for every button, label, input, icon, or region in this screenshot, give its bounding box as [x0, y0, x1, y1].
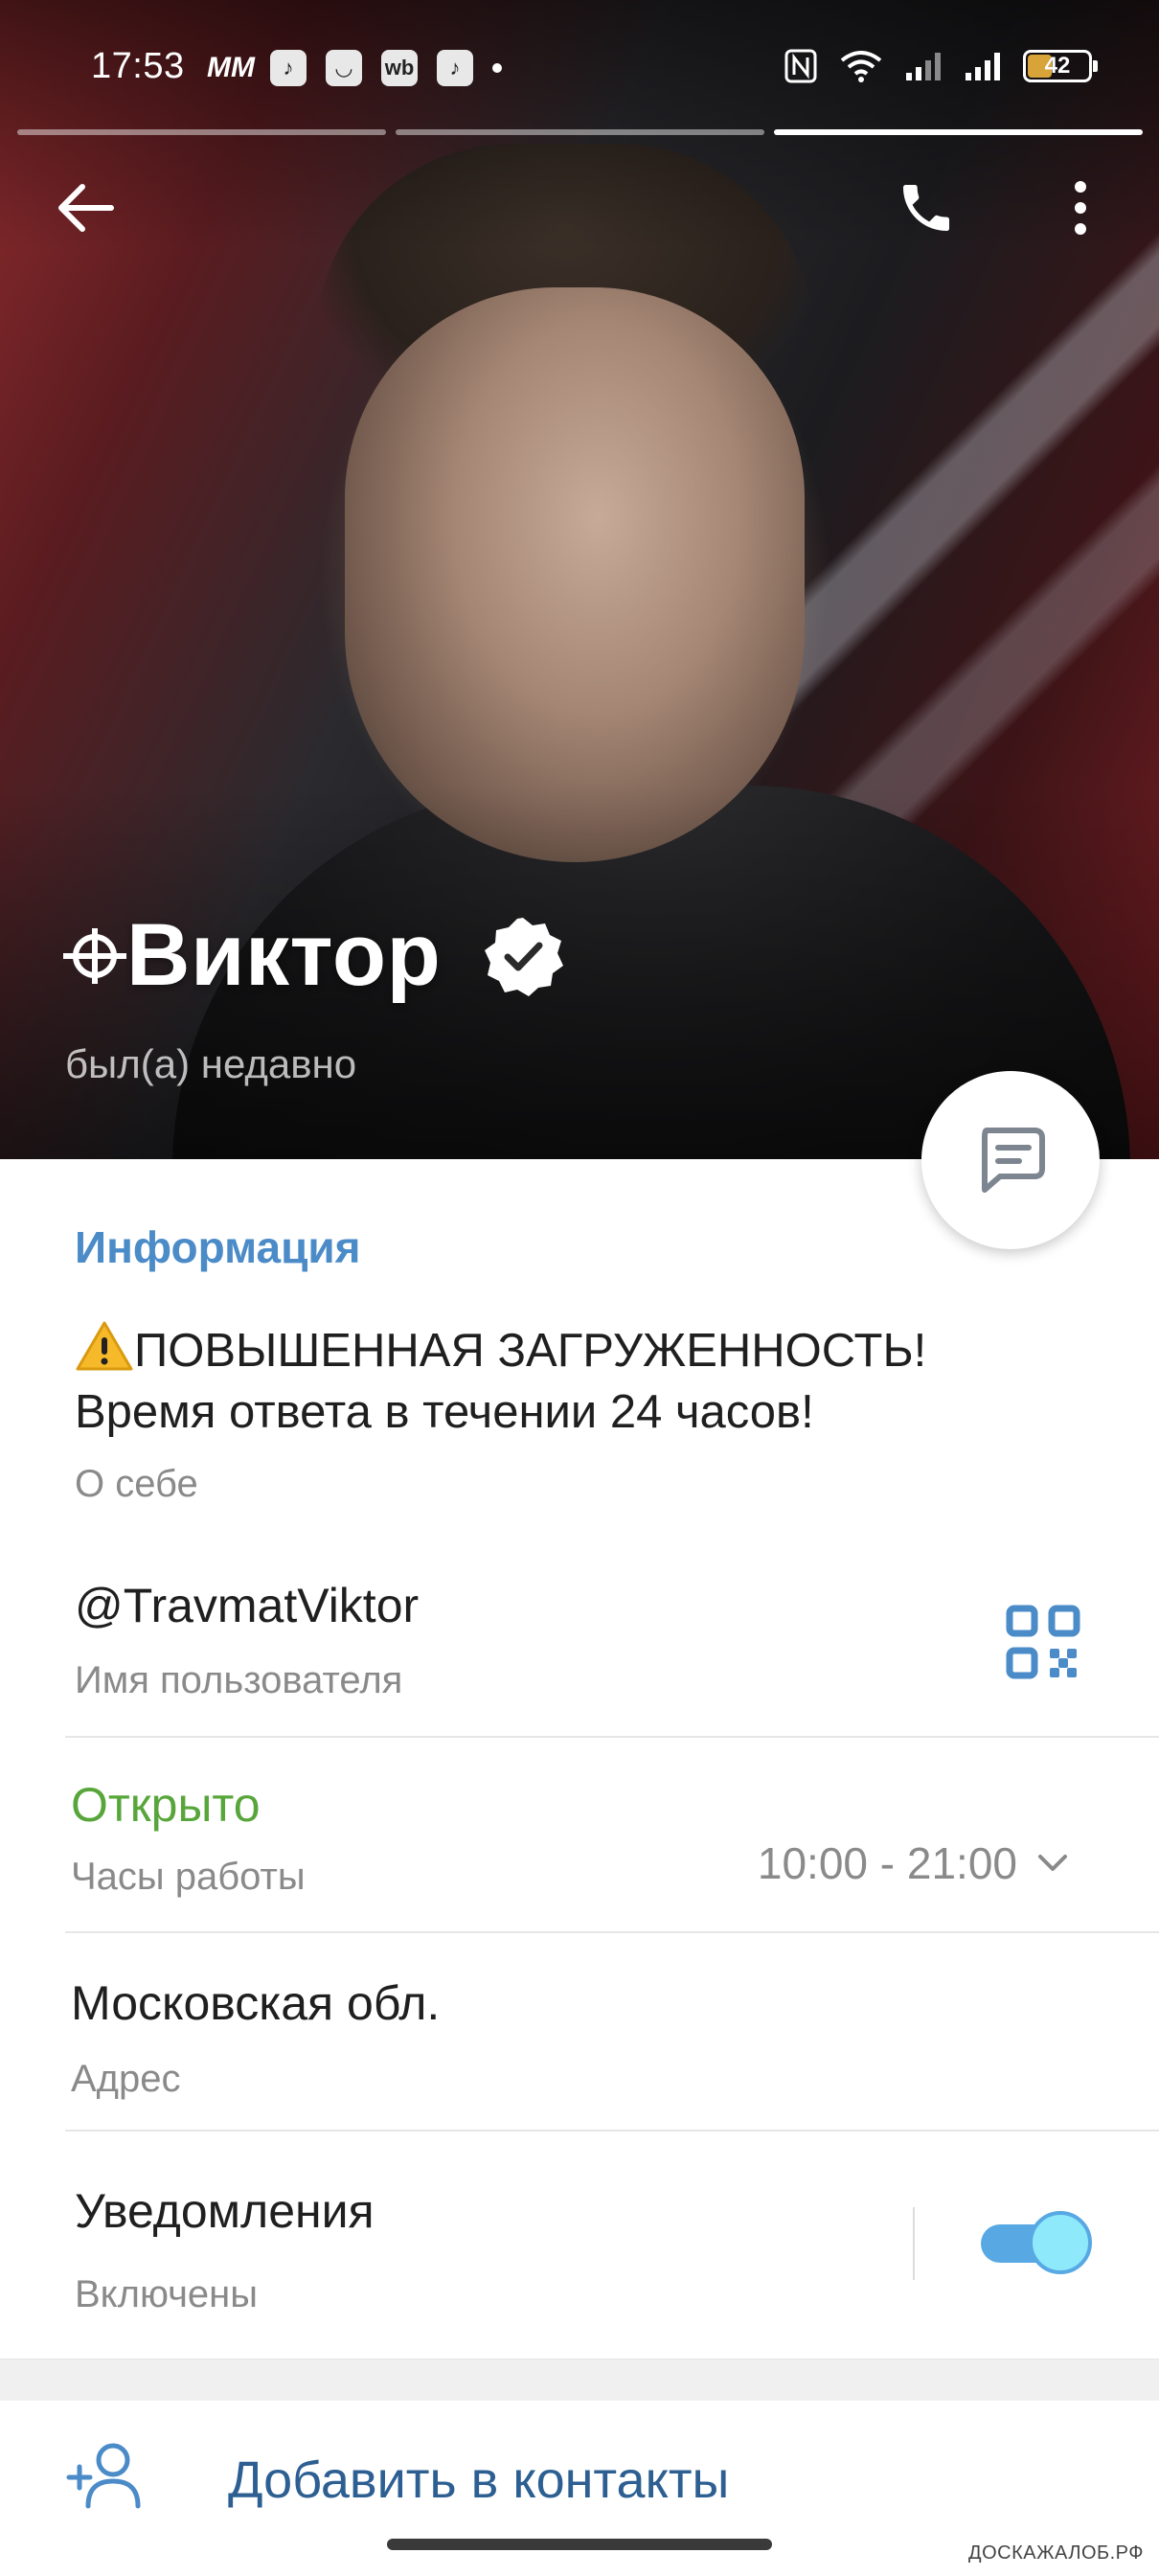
info-section-title: Информация — [75, 1222, 361, 1272]
add-user-icon — [66, 2443, 141, 2509]
call-button[interactable] — [883, 165, 969, 251]
add-contact-label: Добавить в контакты — [228, 2451, 730, 2509]
open-status: Открыто — [71, 1778, 261, 1832]
warning-icon — [76, 1321, 133, 1371]
qr-code-button[interactable] — [1006, 1605, 1080, 1679]
username-value[interactable]: @TravmatViktor — [75, 1578, 419, 1633]
photo-progress-bar — [17, 129, 386, 135]
photo-progress-bar — [396, 129, 764, 135]
username-label: Имя пользователя — [75, 1659, 403, 1701]
status-time: 17:53 — [91, 46, 185, 86]
bio-line-1: ПОВЫШЕННАЯ ЗАГРУЖЕННОСТЬ! — [75, 1320, 1090, 1381]
verified-badge-icon — [485, 917, 564, 996]
qr-code-icon — [1006, 1605, 1080, 1679]
send-message-button[interactable] — [921, 1071, 1100, 1249]
phone-icon — [903, 185, 949, 231]
back-button[interactable] — [43, 165, 129, 251]
notifications-title: Уведомления — [75, 2184, 375, 2238]
smile-app-icon: ◡ — [326, 50, 362, 86]
profile-name: Виктор — [126, 906, 442, 1004]
photo-progress-bar-active — [774, 129, 1143, 135]
last-seen-status: был(а) недавно — [65, 1041, 357, 1086]
arrow-back-icon — [58, 184, 114, 232]
toggle-knob — [1029, 2211, 1092, 2274]
photo-face — [345, 287, 805, 862]
crosshair-icon — [63, 927, 126, 984]
notifications-status: Включены — [75, 2273, 259, 2315]
wb-app-icon: wb — [381, 50, 418, 86]
battery-level: 42 — [1044, 53, 1071, 79]
bio-label: О себе — [75, 1463, 198, 1505]
signal-2-icon — [966, 53, 1000, 80]
wifi-icon — [840, 51, 882, 82]
more-menu-button[interactable] — [1037, 165, 1124, 251]
signal-1-icon — [906, 53, 941, 80]
watermark: ДОСКАЖАЛОБ.РФ — [968, 2542, 1144, 2564]
battery-icon: 42 — [1023, 50, 1098, 82]
chevron-down-icon — [1038, 1855, 1067, 1871]
hours-value: 10:00 - 21:00 — [757, 1838, 1017, 1888]
bio-line-1-text: ПОВЫШЕННАЯ ЗАГРУЖЕННОСТЬ! — [134, 1325, 927, 1377]
music-app-2-icon: ♪ — [437, 50, 473, 86]
divider — [65, 1931, 1159, 1933]
more-vertical-icon — [1075, 181, 1086, 235]
notifications-separator — [913, 2207, 915, 2280]
status-system-icons: 42 — [784, 48, 1098, 84]
profile-name-row: Виктор — [63, 905, 564, 1006]
bio-line-2: Время ответа в течении 24 часов! — [75, 1386, 814, 1438]
photo-progress-bars — [17, 129, 1143, 135]
hours-label: Часы работы — [71, 1856, 306, 1898]
status-app-icons: MM ♪ ◡ wb ♪ — [207, 50, 502, 86]
divider — [65, 2130, 1159, 2131]
hours-dropdown[interactable]: 10:00 - 21:00 — [758, 1837, 1069, 1889]
home-indicator[interactable] — [387, 2539, 772, 2550]
notifications-toggle[interactable] — [981, 2211, 1092, 2274]
address-label: Адрес — [71, 2058, 181, 2100]
address-value[interactable]: Московская обл. — [71, 1975, 440, 2031]
music-app-icon: ♪ — [270, 50, 307, 86]
status-bar: 17:53 MM ♪ ◡ wb ♪ 42 — [0, 29, 1159, 105]
message-bubble-icon — [982, 1128, 1045, 1193]
nfc-icon — [784, 49, 817, 83]
section-gap — [0, 2359, 1159, 2401]
more-notifications-dot-icon — [492, 63, 502, 73]
bio-text[interactable]: ПОВЫШЕННАЯ ЗАГРУЖЕННОСТЬ! Время ответа в… — [75, 1320, 1090, 1443]
mm-app-icon: MM — [207, 52, 255, 83]
divider — [65, 1736, 1159, 1738]
